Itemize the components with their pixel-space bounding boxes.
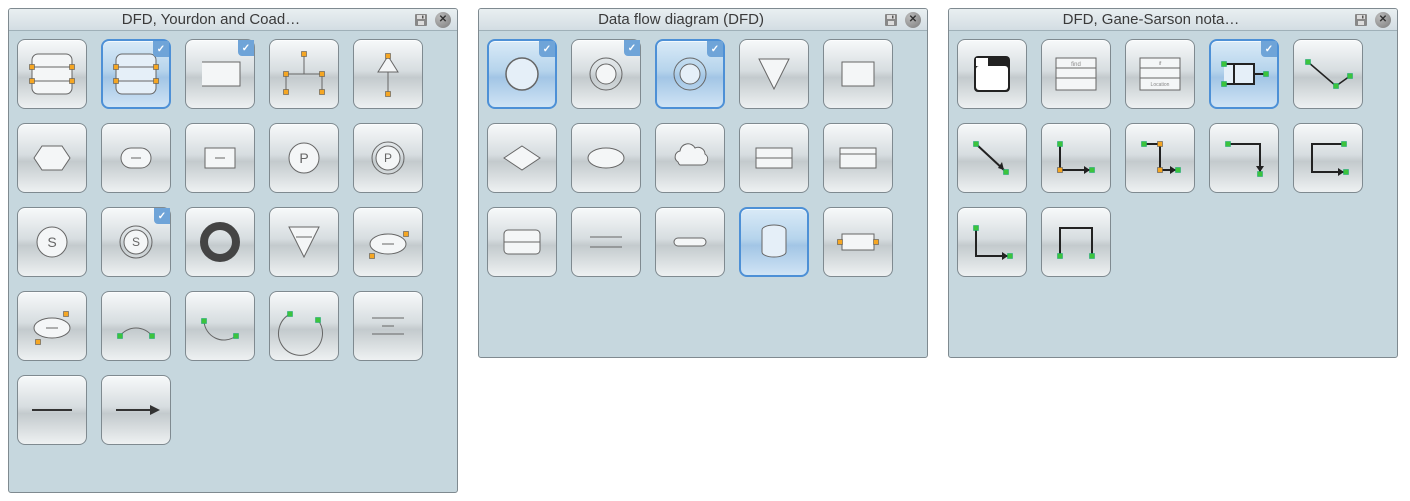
panel-title: DFD, Gane-Sarson nota… xyxy=(955,11,1347,28)
shape-table-3col[interactable]: find xyxy=(1041,39,1111,109)
shape-circle-ring[interactable] xyxy=(571,39,641,109)
checkmark-icon xyxy=(154,208,170,224)
shape-table-labels[interactable]: if Location xyxy=(1125,39,1195,109)
checkmark-icon xyxy=(624,40,640,56)
svg-text:Location: Location xyxy=(1151,82,1170,88)
shape-triangle-down[interactable] xyxy=(269,207,339,277)
shape-ring-bold[interactable] xyxy=(185,207,255,277)
shape-tree-shape[interactable] xyxy=(269,39,339,109)
checkmark-icon xyxy=(707,41,723,57)
shape-process-p[interactable]: P xyxy=(269,123,339,193)
shape-elbow-4[interactable] xyxy=(1293,123,1363,193)
shape-cylinder[interactable] xyxy=(739,207,809,277)
checkmark-icon xyxy=(153,41,169,57)
shape-arrow-right[interactable] xyxy=(101,375,171,445)
shape-ellipse-outline[interactable] xyxy=(571,123,641,193)
shape-circle-big[interactable] xyxy=(487,39,557,109)
panel-gane: DFD, Gane-Sarson nota… ✕ find if Locatio… xyxy=(948,8,1398,358)
shape-process-box[interactable] xyxy=(957,39,1027,109)
shape-pill-line[interactable] xyxy=(655,207,725,277)
shape-rows-2[interactable] xyxy=(487,207,557,277)
shape-arc-handles-3[interactable] xyxy=(269,291,339,361)
close-icon[interactable]: ✕ xyxy=(1375,12,1391,28)
panel-title: Data flow diagram (DFD) xyxy=(485,11,877,28)
shape-hex-process[interactable] xyxy=(17,123,87,193)
svg-text:P: P xyxy=(384,151,392,165)
shape-rect-outline[interactable] xyxy=(823,39,893,109)
checkmark-icon xyxy=(238,40,254,56)
shape-data-store-2[interactable] xyxy=(101,39,171,109)
shape-diamond[interactable] xyxy=(487,123,557,193)
shape-elbow-1[interactable] xyxy=(1041,123,1111,193)
shape-process-p-ring[interactable]: P xyxy=(353,123,423,193)
shape-arc-handles-2[interactable] xyxy=(185,291,255,361)
shape-cloud[interactable] xyxy=(655,123,725,193)
svg-text:S: S xyxy=(47,234,56,250)
shape-triangle-up-branch[interactable] xyxy=(353,39,423,109)
shape-rect-2split[interactable] xyxy=(739,123,809,193)
shape-grid: P P S S xyxy=(9,31,457,453)
shape-rect-top-band[interactable] xyxy=(823,123,893,193)
shape-grid: find if Location xyxy=(949,31,1397,285)
shape-two-lines[interactable] xyxy=(571,207,641,277)
svg-text:P: P xyxy=(299,150,308,166)
shape-arc-handles-1[interactable] xyxy=(101,291,171,361)
save-icon[interactable] xyxy=(1353,12,1369,28)
shape-line-plain[interactable] xyxy=(17,375,87,445)
shape-state-s[interactable]: S xyxy=(17,207,87,277)
panel-yourdon: DFD, Yourdon and Coad… ✕ P xyxy=(8,8,458,493)
panel-title: DFD, Yourdon and Coad… xyxy=(15,11,407,28)
shape-circle-ring-sel[interactable] xyxy=(655,39,725,109)
panel-dfd: Data flow diagram (DFD) ✕ xyxy=(478,8,928,358)
shape-angled-connector[interactable] xyxy=(1293,39,1363,109)
shape-parallel-minus[interactable] xyxy=(353,291,423,361)
titlebar[interactable]: DFD, Gane-Sarson nota… ✕ xyxy=(949,9,1397,31)
save-icon[interactable] xyxy=(413,12,429,28)
shape-state-s-ring[interactable]: S xyxy=(101,207,171,277)
shape-rounded-minus[interactable] xyxy=(101,123,171,193)
svg-text:S: S xyxy=(132,235,140,249)
svg-text:find: find xyxy=(1071,62,1081,68)
shape-ellipse-minus-handles[interactable] xyxy=(353,207,423,277)
shape-rect-mid-handles[interactable] xyxy=(823,207,893,277)
shape-ellipse-minus[interactable] xyxy=(17,291,87,361)
shape-diag-arrow[interactable] xyxy=(957,123,1027,193)
shape-u-connector-2[interactable] xyxy=(1041,207,1111,277)
titlebar[interactable]: Data flow diagram (DFD) ✕ xyxy=(479,9,927,31)
save-icon[interactable] xyxy=(883,12,899,28)
close-icon[interactable]: ✕ xyxy=(905,12,921,28)
shape-grid xyxy=(479,31,927,285)
checkmark-icon xyxy=(1261,41,1277,57)
shape-data-store-1[interactable] xyxy=(17,39,87,109)
shape-rect-minus[interactable] xyxy=(185,123,255,193)
shape-data-store-open[interactable] xyxy=(185,39,255,109)
close-icon[interactable]: ✕ xyxy=(435,12,451,28)
svg-text:if: if xyxy=(1159,61,1162,67)
checkmark-icon xyxy=(539,41,555,57)
shape-elbow-2[interactable] xyxy=(1125,123,1195,193)
shape-u-connector-1[interactable] xyxy=(957,207,1027,277)
shape-elbow-3[interactable] xyxy=(1209,123,1279,193)
titlebar[interactable]: DFD, Yourdon and Coad… ✕ xyxy=(9,9,457,31)
shape-triangle-down-outline[interactable] xyxy=(739,39,809,109)
shape-open-store[interactable] xyxy=(1209,39,1279,109)
